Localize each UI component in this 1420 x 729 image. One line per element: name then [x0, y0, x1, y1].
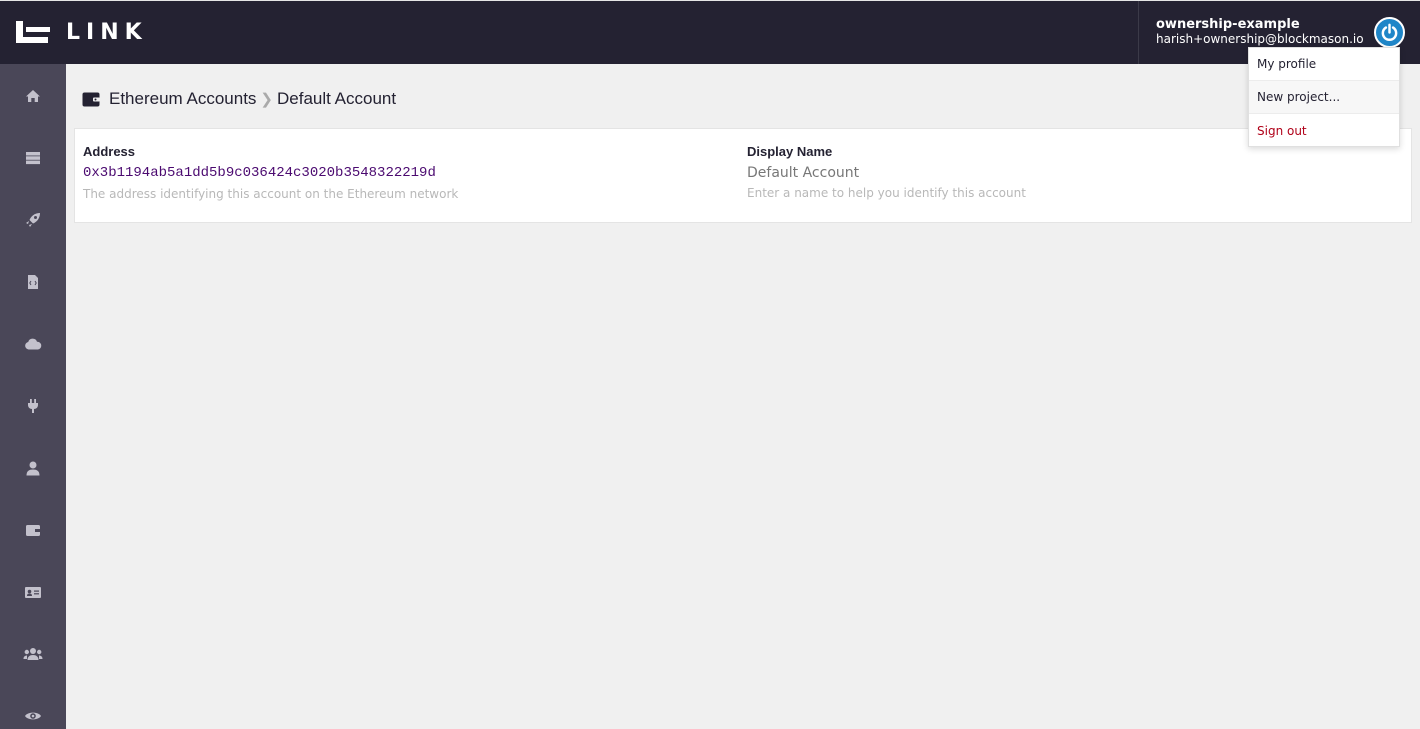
top-bar: LINK ownership-example harish+ownership@… [0, 0, 1420, 64]
sidebar-item-monitor[interactable] [0, 696, 66, 729]
users-icon [23, 648, 43, 660]
sidebar-item-deploy[interactable] [0, 200, 66, 240]
rocket-icon [26, 213, 40, 227]
sidebar-item-contracts[interactable] [0, 262, 66, 302]
sidebar-item-wallets[interactable] [0, 510, 66, 550]
logo[interactable]: LINK [14, 19, 148, 45]
user-menu-button[interactable] [1374, 17, 1405, 48]
display-name-help-text: Enter a name to help you identify this a… [747, 186, 1026, 200]
sidebar-item-cloud[interactable] [0, 324, 66, 364]
sidebar-item-accounts[interactable] [0, 572, 66, 612]
menu-item-new-project[interactable]: New project... [1249, 81, 1399, 114]
server-icon [26, 152, 40, 165]
user-dropdown-menu: My profile New project... Sign out [1248, 47, 1400, 147]
user-icon [26, 461, 40, 475]
sidebar-item-profile[interactable] [0, 448, 66, 488]
wallet-icon [82, 92, 100, 106]
home-icon [26, 90, 40, 102]
sidebar-item-connectors[interactable] [0, 386, 66, 426]
sidebar [0, 64, 66, 729]
user-email: harish+ownership@blockmason.io [1156, 32, 1364, 46]
address-label: Address [83, 144, 136, 159]
power-icon [1381, 23, 1398, 42]
breadcrumb-separator: ❯ [260, 91, 273, 108]
breadcrumb: Ethereum Accounts ❯ Default Account [82, 89, 396, 109]
eye-icon [25, 712, 41, 720]
plug-icon [28, 399, 38, 413]
account-details-card: Address 0x3b1194ab5a1dd5b9c036424c3020b3… [74, 128, 1412, 223]
id-card-icon [25, 586, 41, 598]
link-logo-icon [16, 21, 50, 43]
sidebar-item-home[interactable] [0, 76, 66, 116]
breadcrumb-current: Default Account [277, 89, 397, 108]
cloud-icon [25, 338, 42, 350]
current-project-name: ownership-example [1156, 17, 1300, 32]
address-value: 0x3b1194ab5a1dd5b9c036424c3020b354832221… [83, 165, 436, 181]
logo-text: LINK [66, 19, 148, 45]
sidebar-item-team[interactable] [0, 634, 66, 674]
file-code-icon [28, 275, 38, 289]
address-help-text: The address identifying this account on … [83, 187, 459, 201]
breadcrumb-ethereum-accounts[interactable]: Ethereum Accounts [109, 89, 256, 109]
menu-item-my-profile[interactable]: My profile [1249, 48, 1399, 81]
sidebar-item-servers[interactable] [0, 138, 66, 178]
display-name-label: Display Name [747, 144, 833, 159]
menu-item-sign-out[interactable]: Sign out [1249, 114, 1399, 147]
display-name-input[interactable] [747, 163, 1387, 183]
wallet-icon [26, 524, 40, 536]
